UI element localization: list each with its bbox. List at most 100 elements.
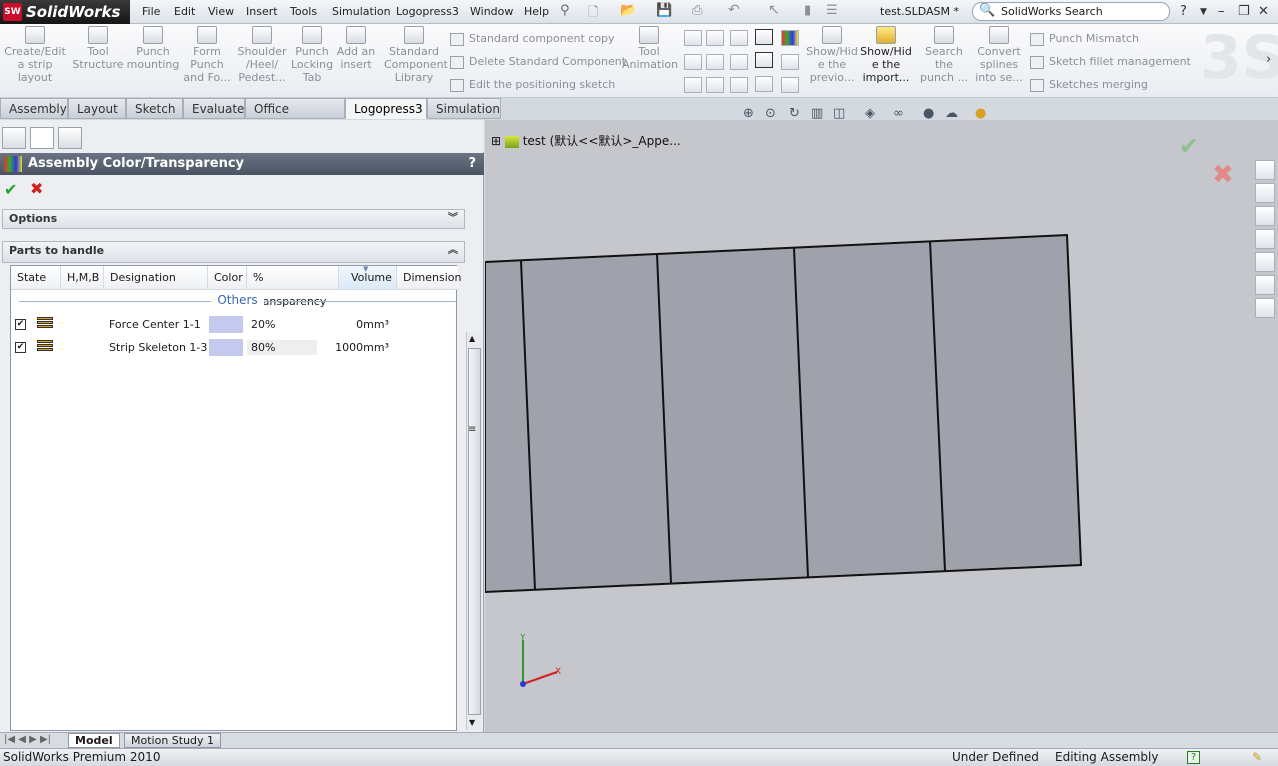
- tab-motion-study[interactable]: Motion Study 1: [124, 733, 222, 748]
- ribbon-scroll-right-icon[interactable]: ›: [1266, 52, 1271, 67]
- delete-standard-component-button[interactable]: Delete Standard Component: [450, 55, 626, 69]
- tab-assembly[interactable]: Assembly: [0, 98, 68, 119]
- scroll-up-icon[interactable]: ▲: [469, 334, 475, 343]
- file-properties-icon[interactable]: ☰: [826, 3, 838, 18]
- row-transparency[interactable]: 80%: [251, 341, 275, 354]
- ok-button[interactable]: ✔: [4, 180, 17, 199]
- cancel-button[interactable]: ✖: [30, 179, 43, 198]
- search-input[interactable]: SolidWorks Search: [972, 2, 1170, 21]
- create-strip-layout-button[interactable]: Create/Edit a strip layout: [4, 26, 66, 84]
- view-palette-icon[interactable]: [1255, 252, 1275, 272]
- punch-type-b-icon[interactable]: [706, 30, 724, 46]
- tree-root-label[interactable]: test (默认<<默认>_Appe...: [523, 134, 681, 148]
- search-punch-button[interactable]: Search the punch ...: [918, 26, 970, 84]
- sketches-merging-button[interactable]: Sketches merging: [1030, 78, 1148, 92]
- hide-show-icon[interactable]: ∞: [893, 106, 904, 121]
- view-settings-icon[interactable]: ●: [975, 106, 986, 121]
- status-help-icon[interactable]: ?: [1187, 751, 1200, 764]
- punch-type-a-icon[interactable]: [684, 30, 702, 46]
- punch-locking-tab-button[interactable]: Punch Locking Tab: [290, 26, 334, 84]
- shoulder-heel-button[interactable]: Shoulder /Heel/ Pedest...: [236, 26, 288, 84]
- configuration-manager-tab-icon[interactable]: [58, 127, 82, 149]
- menu-logopress3[interactable]: Logopress3: [396, 5, 459, 18]
- search-results-icon[interactable]: [1255, 229, 1275, 249]
- scrollbar-thumb[interactable]: [468, 348, 481, 715]
- sketch-fillet-management-button[interactable]: Sketch fillet management: [1030, 55, 1191, 69]
- show-hide-imported-button[interactable]: Show/Hid e the import...: [860, 26, 912, 84]
- tool-animation-button[interactable]: Tool Animation: [622, 26, 678, 71]
- punch-type-f-icon[interactable]: [730, 54, 748, 70]
- search-icon[interactable]: 🔍: [979, 3, 995, 18]
- row-transparency[interactable]: 20%: [251, 318, 275, 331]
- form-punch-button[interactable]: Form Punch and Fo...: [182, 26, 232, 84]
- open-icon[interactable]: 📂: [620, 3, 636, 18]
- add-insert-button[interactable]: Add an insert: [336, 26, 376, 71]
- menu-simulation[interactable]: Simulation: [332, 5, 391, 18]
- restore-button[interactable]: ❐: [1238, 4, 1250, 19]
- zoom-area-icon[interactable]: ⊙: [765, 106, 776, 121]
- expand-icon[interactable]: ⊞: [491, 134, 501, 148]
- property-manager-tab-icon[interactable]: [30, 127, 54, 149]
- custom-properties-icon[interactable]: [1255, 298, 1275, 318]
- hmb-level-icon[interactable]: [37, 316, 53, 332]
- display-style-icon[interactable]: ◈: [865, 106, 875, 121]
- apply-scene-icon[interactable]: ☁: [945, 106, 958, 121]
- view-orientation-icon[interactable]: ◫: [833, 106, 845, 121]
- column-header-designation[interactable]: Designation: [104, 266, 208, 290]
- select-icon[interactable]: ↖: [768, 2, 780, 18]
- punch-type-g-icon[interactable]: [684, 77, 702, 93]
- splitter-grip-icon[interactable]: ≡: [468, 424, 476, 435]
- punch-type-d-icon[interactable]: [684, 54, 702, 70]
- tab-layout[interactable]: Layout: [68, 98, 126, 119]
- print-icon[interactable]: ⎙: [692, 3, 702, 18]
- confirm-corner-cancel-icon[interactable]: ✖: [1212, 160, 1234, 190]
- new-document-icon[interactable]: 🗋: [588, 3, 598, 25]
- measure-icon[interactable]: [755, 76, 773, 92]
- edit-positioning-sketch-button[interactable]: Edit the positioning sketch: [450, 78, 615, 92]
- save-icon[interactable]: 💾: [656, 3, 672, 18]
- tab-sketch[interactable]: Sketch: [126, 98, 183, 119]
- standard-component-copy-button[interactable]: Standard component copy: [450, 32, 615, 46]
- column-header-dimension[interactable]: Dimension: [397, 266, 461, 290]
- home-icon[interactable]: [1255, 160, 1275, 180]
- cube-view-icon[interactable]: [755, 29, 773, 45]
- row-checkbox[interactable]: ✔: [15, 319, 26, 330]
- feature-tree-flyout[interactable]: ⊞ test (默认<<默认>_Appe...: [491, 132, 681, 149]
- menu-window[interactable]: Window: [470, 5, 513, 18]
- help-dropdown-icon[interactable]: ▼: [1200, 7, 1207, 17]
- hmb-level-icon[interactable]: [37, 339, 53, 355]
- feature-manager-tab-icon[interactable]: [2, 127, 26, 149]
- confirm-corner-ok-icon[interactable]: ✔: [1179, 132, 1199, 160]
- column-header-transparency[interactable]: % Transparency: [247, 266, 339, 308]
- panel-scrollbar[interactable]: ▲ ▼: [466, 332, 482, 730]
- tab-logopress3[interactable]: Logopress3: [345, 98, 427, 119]
- assembly-color-icon[interactable]: [755, 52, 773, 68]
- menu-help[interactable]: Help: [524, 5, 549, 18]
- design-library-icon[interactable]: [1255, 183, 1275, 203]
- filter-icon[interactable]: [781, 77, 799, 93]
- pin-icon[interactable]: ⚲: [560, 3, 570, 18]
- tab-simulation[interactable]: Simulation: [427, 98, 501, 119]
- options-group[interactable]: Options ︾: [2, 209, 465, 229]
- zoom-to-fit-icon[interactable]: ⊕: [743, 106, 754, 121]
- menu-insert[interactable]: Insert: [246, 5, 278, 18]
- tab-scroll-arrows-icon[interactable]: |◀ ◀ ▶ ▶|: [4, 734, 51, 745]
- punch-mismatch-button[interactable]: Punch Mismatch: [1030, 32, 1139, 46]
- rotate-icon[interactable]: ↻: [789, 106, 800, 121]
- punch-mounting-button[interactable]: Punch mounting: [126, 26, 180, 71]
- rebuild-status-icon[interactable]: ✎: [1252, 749, 1262, 766]
- help-button[interactable]: ?: [1180, 4, 1187, 19]
- column-header-state[interactable]: State: [11, 266, 61, 290]
- chevron-up-icon[interactable]: ︽: [448, 242, 458, 260]
- close-button[interactable]: ✕: [1258, 4, 1269, 19]
- row-color-swatch[interactable]: [209, 339, 243, 356]
- parts-to-handle-group[interactable]: Parts to handle ︽: [2, 241, 465, 263]
- scroll-down-icon[interactable]: ▼: [469, 718, 475, 727]
- rebuild-icon[interactable]: ▮: [804, 3, 811, 18]
- menu-view[interactable]: View: [208, 5, 234, 18]
- punch-type-i-icon[interactable]: [730, 77, 748, 93]
- column-header-hmb[interactable]: H,M,B: [61, 266, 104, 290]
- column-header-color[interactable]: Color: [208, 266, 247, 290]
- chevron-down-icon[interactable]: ︾: [448, 210, 458, 228]
- show-hide-previous-button[interactable]: Show/Hid e the previo...: [806, 26, 858, 84]
